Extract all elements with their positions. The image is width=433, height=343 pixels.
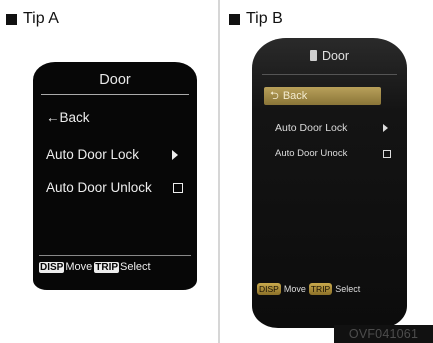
tip-b-auto-door-unlock-text: Auto Door Unock — [275, 148, 348, 159]
tip-a-footer: DISP Move TRIP Select — [39, 261, 193, 273]
tip-b-title-text: Door — [321, 49, 350, 63]
checkbox-icon[interactable] — [173, 183, 183, 193]
checkbox-icon[interactable] — [383, 150, 391, 158]
trip-key: TRIP — [94, 261, 120, 273]
tip-a-auto-door-unlock-text: Auto Door Unlock — [46, 180, 152, 195]
title-divider — [41, 94, 189, 95]
arrow-right-icon — [383, 124, 388, 132]
tip-b-label-text: Tip B — [246, 10, 283, 27]
panel-divider — [218, 0, 220, 343]
tip-a-back-text: ←Back — [46, 110, 90, 125]
tip-b-title: Door — [252, 49, 407, 63]
tip-b-label: Tip B — [229, 10, 283, 28]
tip-a-auto-door-unlock-item[interactable]: Auto Door Unlock — [46, 180, 152, 195]
door-icon — [309, 50, 317, 61]
title-divider — [262, 74, 397, 75]
trip-key: TRIP — [308, 283, 333, 295]
footer-divider — [39, 255, 191, 256]
tip-b-auto-door-lock-item[interactable]: Auto Door Lock — [275, 122, 347, 134]
move-label: Move — [65, 261, 93, 273]
tip-a-label-text: Tip A — [23, 10, 59, 27]
square-bullet-icon — [229, 13, 240, 25]
tip-b-back-item[interactable]: ⮌ Back — [264, 87, 381, 105]
figure-code: OVF041061 — [334, 325, 433, 343]
tip-a-label: Tip A — [6, 10, 59, 28]
tip-a-auto-door-lock-text: Auto Door Lock — [46, 147, 140, 162]
tip-b-back-text: Back — [282, 90, 308, 102]
square-bullet-icon — [6, 13, 17, 25]
move-label: Move — [283, 284, 306, 294]
disp-key: DISP — [257, 283, 281, 295]
tip-a-title: Door — [99, 72, 131, 88]
select-label: Select — [120, 261, 151, 273]
disp-key: DISP — [39, 261, 65, 273]
return-icon: ⮌ — [270, 89, 279, 102]
tip-b-footer: DISP Move TRIP Select — [257, 283, 404, 295]
tip-a-auto-door-lock-item[interactable]: Auto Door Lock — [46, 147, 139, 162]
tip-b-panel: Tip B Door ⮌ Back Auto Door Lock Auto Do… — [221, 0, 433, 343]
tip-b-display: Door ⮌ Back Auto Door Lock Auto Door Uno… — [252, 38, 407, 328]
select-label: Select — [335, 284, 361, 294]
tip-b-auto-door-unlock-item[interactable]: Auto Door Unock — [275, 148, 347, 159]
tip-a-panel: Tip A Door ←Back Auto Door Lock Auto Doo… — [0, 0, 217, 343]
tip-b-auto-door-lock-text: Auto Door Lock — [275, 122, 348, 134]
tip-a-display: Door ←Back Auto Door Lock Auto Door Unlo… — [33, 62, 197, 290]
tip-a-back-item[interactable]: ←Back — [46, 110, 90, 125]
arrow-right-icon — [172, 150, 178, 160]
